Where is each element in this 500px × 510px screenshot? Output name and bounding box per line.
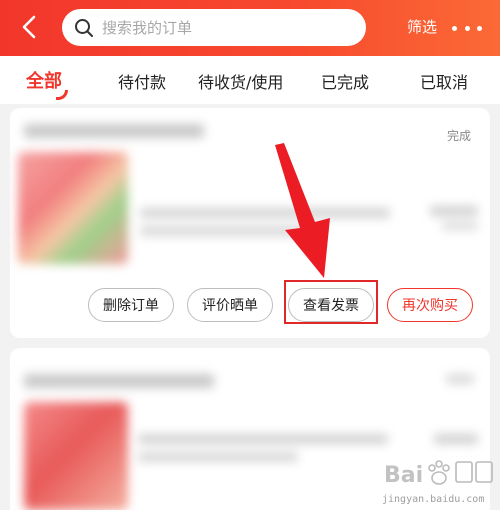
back-button[interactable] xyxy=(14,12,44,42)
order-card[interactable]: 完成 删除订单 评价晒单 查看发票 再次购买 xyxy=(10,108,490,338)
order-tabs: 全部 待付款 待收货/使用 已完成 已取消 xyxy=(0,56,500,104)
more-dots-icon xyxy=(477,25,482,31)
search-placeholder: 搜索我的订单 xyxy=(102,19,193,37)
back-chevron-icon xyxy=(22,15,36,39)
more-button[interactable] xyxy=(452,18,482,38)
review-order-button[interactable]: 评价晒单 xyxy=(187,288,273,322)
tab-pending-payment[interactable]: 待付款 xyxy=(118,69,166,93)
order-card[interactable] xyxy=(10,348,490,510)
view-invoice-button[interactable]: 查看发票 xyxy=(288,288,374,322)
search-input[interactable]: 搜索我的订单 xyxy=(62,9,366,46)
more-dots-icon xyxy=(464,25,470,31)
tab-pending-receipt[interactable]: 待收货/使用 xyxy=(198,69,283,93)
active-tab-indicator xyxy=(56,90,68,100)
buy-again-button[interactable]: 再次购买 xyxy=(387,288,473,322)
more-dots-icon xyxy=(452,25,457,31)
filter-button[interactable]: 筛选 xyxy=(407,16,437,37)
tab-cancelled[interactable]: 已取消 xyxy=(420,69,468,93)
top-header: 搜索我的订单 筛选 xyxy=(0,0,500,56)
tab-completed[interactable]: 已完成 xyxy=(321,69,369,93)
order-status: 完成 xyxy=(447,129,472,143)
delete-order-button[interactable]: 删除订单 xyxy=(88,288,174,322)
search-icon xyxy=(75,18,93,37)
